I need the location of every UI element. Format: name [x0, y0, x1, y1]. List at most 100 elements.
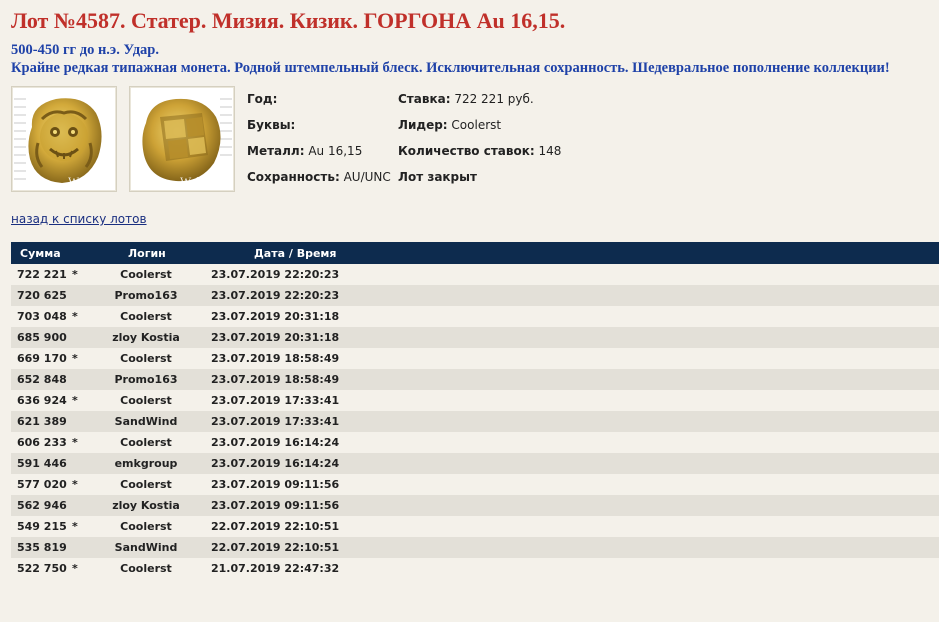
bid-row: 591 446 emkgroup 23.07.2019 16:14:24 [11, 453, 939, 474]
condition-value: AU/UNC [343, 170, 391, 184]
bid-login: zloy Kostia [112, 331, 180, 344]
bid-login: Coolerst [120, 520, 172, 533]
bid-datetime: 23.07.2019 16:14:24 [211, 436, 340, 449]
bid-datetime: 23.07.2019 22:20:23 [211, 289, 340, 302]
bid-login: zloy Kostia [112, 499, 180, 512]
header-sum: Сумма [20, 247, 61, 260]
bid-datetime: 23.07.2019 09:11:56 [211, 499, 340, 512]
bid-login: Coolerst [120, 478, 172, 491]
bid-star: * [72, 352, 78, 365]
bid-sum: 685 900 [17, 331, 67, 344]
lot-status-text: Лот закрыт [398, 170, 477, 184]
bid-datetime: 23.07.2019 17:33:41 [211, 415, 340, 428]
bid-datetime: 23.07.2019 18:58:49 [211, 352, 340, 365]
bid-sum: 722 221 [17, 268, 67, 281]
metal-value: Au 16,15 [308, 144, 363, 158]
year-field: Год: [247, 92, 277, 106]
bid-datetime: 22.07.2019 22:10:51 [211, 541, 340, 554]
bids-table: Сумма Логин Дата / Время 722 221 * Coolers… [11, 242, 939, 579]
bids-table-header: Сумма Логин Дата / Время [11, 242, 939, 264]
bid-star: * [72, 394, 78, 407]
bid-login: Coolerst [120, 268, 172, 281]
bid-row: 621 389 SandWind 23.07.2019 17:33:41 [11, 411, 939, 432]
lot-title: Лот №4587. Статер. Мизия. Кизик. ГОРГОНА… [11, 8, 566, 33]
bid-sum: 535 819 [17, 541, 67, 554]
bid-sum: 591 446 [17, 457, 67, 470]
bid-star: * [72, 562, 78, 575]
bid-login: Coolerst [120, 436, 172, 449]
header-datetime: Дата / Время [254, 247, 337, 260]
condition-field: Сохранность: AU/UNC [247, 170, 391, 184]
bid-login: Coolerst [120, 352, 172, 365]
bid-sum: 669 170 [17, 352, 67, 365]
bid-login: Coolerst [120, 562, 172, 575]
bid-row: 606 233 * Coolerst 23.07.2019 16:14:24 [11, 432, 939, 453]
leader-field: Лидер: Coolerst [398, 118, 501, 132]
metal-field: Металл: Au 16,15 [247, 144, 362, 158]
back-to-lots-link[interactable]: назад к списку лотов [11, 212, 147, 226]
bid-login: SandWind [114, 541, 178, 554]
bid-count-field: Количество ставок: 148 [398, 144, 561, 158]
coin-reverse-image[interactable]: Wolmar [129, 86, 235, 192]
bid-datetime: 23.07.2019 20:31:18 [211, 310, 340, 323]
bid-sum: 621 389 [17, 415, 67, 428]
bid-sum: 549 215 [17, 520, 67, 533]
bid-label: Ставка: [398, 92, 451, 106]
bid-sum: 703 048 [17, 310, 67, 323]
bid-sum: 522 750 [17, 562, 67, 575]
bid-row: 549 215 * Coolerst 22.07.2019 22:10:51 [11, 516, 939, 537]
bid-login: Promo163 [114, 373, 178, 386]
bid-datetime: 23.07.2019 18:58:49 [211, 373, 340, 386]
leader-value: Coolerst [451, 118, 502, 132]
bid-row: 535 819 SandWind 22.07.2019 22:10:51 [11, 537, 939, 558]
bid-login: SandWind [114, 415, 178, 428]
bid-row: 703 048 * Coolerst 23.07.2019 20:31:18 [11, 306, 939, 327]
letters-label: Буквы: [247, 118, 296, 132]
leader-label: Лидер: [398, 118, 448, 132]
bid-sum: 720 625 [17, 289, 67, 302]
metal-label: Металл: [247, 144, 305, 158]
bid-datetime: 23.07.2019 17:33:41 [211, 394, 340, 407]
bid-count-label: Количество ставок: [398, 144, 535, 158]
bid-row: 562 946 zloy Kostia 23.07.2019 09:11:56 [11, 495, 939, 516]
bid-row: 669 170 * Coolerst 23.07.2019 18:58:49 [11, 348, 939, 369]
bid-star: * [72, 478, 78, 491]
bid-datetime: 23.07.2019 20:31:18 [211, 331, 340, 344]
bid-row: 577 020 * Coolerst 23.07.2019 09:11:56 [11, 474, 939, 495]
bids-table-body: 722 221 * Coolerst 23.07.2019 22:20:23 720 6… [11, 264, 939, 579]
bid-sum: 636 924 [17, 394, 67, 407]
bid-sum: 606 233 [17, 436, 67, 449]
bid-datetime: 23.07.2019 22:20:23 [211, 268, 340, 281]
bid-sum: 562 946 [17, 499, 67, 512]
bid-datetime: 21.07.2019 22:47:32 [211, 562, 340, 575]
bid-login: emkgroup [114, 457, 178, 470]
condition-label: Сохранность: [247, 170, 340, 184]
coin-obverse-image[interactable]: Wolmar [11, 86, 117, 192]
bid-row: 522 750 * Coolerst 21.07.2019 22:47:32 [11, 558, 939, 579]
bid-row: 720 625 Promo163 23.07.2019 22:20:23 [11, 285, 939, 306]
coin-watermark: Wolmar [68, 174, 106, 188]
bid-star: * [72, 520, 78, 533]
bid-sum: 652 848 [17, 373, 67, 386]
bid-datetime: 22.07.2019 22:10:51 [211, 520, 340, 533]
bid-star: * [72, 310, 78, 323]
bid-login: Promo163 [114, 289, 178, 302]
bid-row: 652 848 Promo163 23.07.2019 18:58:49 [11, 369, 939, 390]
lot-description: Крайне редкая типажная монета. Родной шт… [11, 60, 890, 76]
bid-count-value: 148 [538, 144, 562, 158]
bid-value: 722 221 руб. [454, 92, 534, 106]
header-login: Логин [128, 247, 166, 260]
bid-datetime: 23.07.2019 16:14:24 [211, 457, 340, 470]
bid-datetime: 23.07.2019 09:11:56 [211, 478, 340, 491]
bid-row: 685 900 zloy Kostia 23.07.2019 20:31:18 [11, 327, 939, 348]
coin-watermark: Wolmar [180, 174, 218, 188]
letters-field: Буквы: [247, 118, 295, 132]
lot-subtitle-date: 500-450 гг до н.э. Удар. [11, 42, 159, 58]
bid-login: Coolerst [120, 394, 172, 407]
bid-star: * [72, 436, 78, 449]
bid-sum: 577 020 [17, 478, 67, 491]
bid-star: * [72, 268, 78, 281]
bid-row: 636 924 * Coolerst 23.07.2019 17:33:41 [11, 390, 939, 411]
year-label: Год: [247, 92, 278, 106]
bid-row: 722 221 * Coolerst 23.07.2019 22:20:23 [11, 264, 939, 285]
